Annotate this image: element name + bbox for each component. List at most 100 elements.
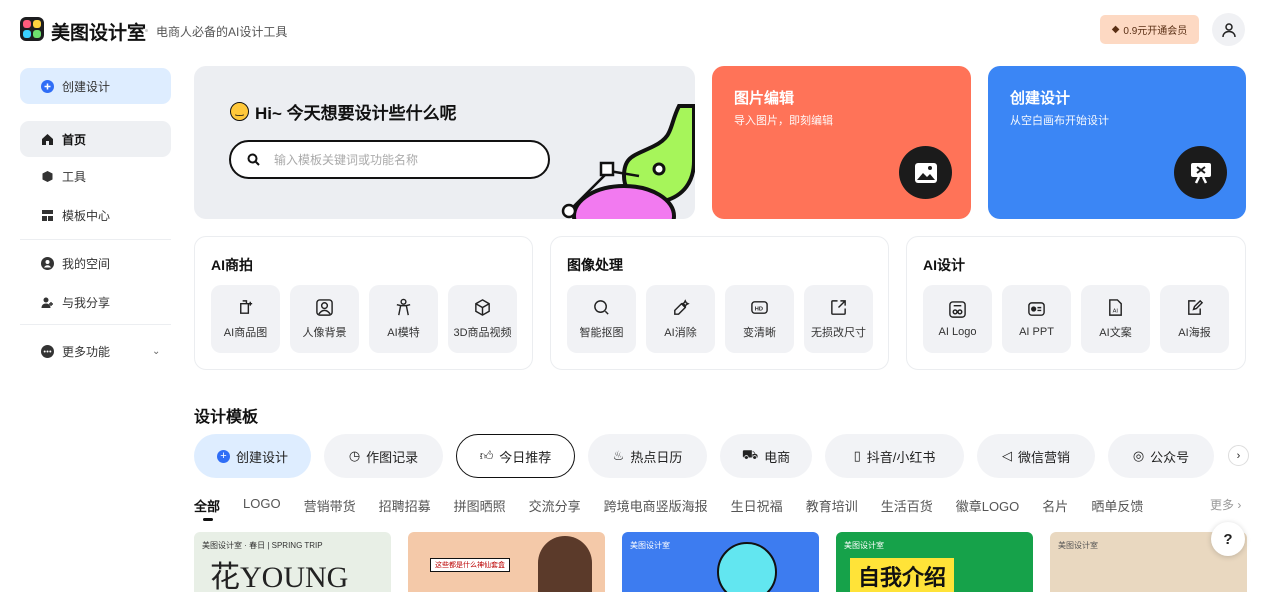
thumb-title: 花YOUNG	[210, 561, 349, 592]
pill-official-account[interactable]: ◎ 公众号	[1108, 434, 1214, 478]
grid-icon	[41, 209, 54, 222]
ppt-icon	[1028, 302, 1045, 316]
sidebar-item-templates[interactable]: 模板中心	[20, 197, 171, 233]
home-icon	[41, 133, 54, 146]
user-icon	[1221, 22, 1236, 37]
sidebar-item-shared[interactable]: 与我分享	[20, 284, 171, 320]
product-icon	[240, 300, 253, 314]
search-placeholder: 输入模板关键词或功能名称	[274, 153, 419, 167]
sidebar-item-label: 工具	[62, 169, 87, 184]
category-tab[interactable]: 交流分享	[529, 496, 581, 515]
category-tab[interactable]: 跨境电商竖版海报	[604, 496, 708, 515]
thumb-title: 自我介绍	[850, 558, 955, 592]
thumb-label: 美图设计室	[1058, 541, 1098, 550]
megaphone-icon: ◁	[1001, 448, 1012, 463]
category-tab[interactable]: 徽章LOGO	[956, 496, 1020, 515]
template-thumb[interactable]: 美图设计室	[622, 532, 819, 592]
tool-label: AI商品图	[223, 327, 268, 339]
hero-decoration	[561, 104, 695, 219]
pill-label: 作图记录	[366, 449, 419, 465]
clock-icon: ◷	[348, 448, 361, 463]
tool-ai-poster[interactable]: AI海报	[1160, 285, 1229, 353]
pill-label: 抖音/小红书	[866, 449, 936, 465]
book-icon: ▯	[853, 448, 861, 463]
vip-button[interactable]: ◆ 0.9元开通会员	[1100, 15, 1199, 44]
ai-photo-group: AI商拍 AI商品图 人像背景 AI模特 3D商品视频	[194, 236, 533, 370]
thumbs-up-icon: 👍︎	[479, 448, 494, 463]
category-tab[interactable]: 教育培训	[806, 496, 858, 515]
sidebar-item-my-space[interactable]: 我的空间	[20, 245, 171, 281]
group-title: AI商拍	[211, 257, 253, 273]
category-tab[interactable]: 营销带货	[304, 496, 356, 515]
hero-banner: ‿ Hi~ 今天想要设计些什么呢 输入模板关键词或功能名称	[194, 66, 695, 219]
help-button[interactable]: ?	[1211, 522, 1245, 556]
category-tab[interactable]: 名片	[1042, 496, 1068, 515]
search-input[interactable]: 输入模板关键词或功能名称	[229, 140, 550, 179]
more-label: 更多	[1210, 498, 1235, 512]
plus-circle-icon	[41, 79, 54, 93]
fire-icon: ♨	[612, 448, 625, 463]
cartoon-image	[717, 542, 777, 592]
slogan: 电商人必备的AI设计工具	[156, 25, 288, 39]
more-link[interactable]: 更多 ›	[1210, 496, 1241, 513]
pill-label: 电商	[764, 449, 791, 465]
tool-lossless-resize[interactable]: 无损改尺寸	[804, 285, 873, 353]
thumb-label: 美图设计室 · 春日 | SPRING TRIP	[202, 541, 323, 550]
sidebar-divider	[20, 324, 171, 325]
hd-icon: HD	[751, 301, 768, 314]
sidebar-item-tools[interactable]: 工具	[20, 158, 171, 194]
category-tab[interactable]: 晒单反馈	[1091, 496, 1143, 515]
user-avatar-button[interactable]	[1212, 13, 1245, 46]
pill-hot-calendar[interactable]: ♨ 热点日历	[588, 434, 707, 478]
tool-smart-cutout[interactable]: 智能抠图	[567, 285, 636, 353]
category-tab[interactable]: 生活百货	[881, 496, 933, 515]
sidebar-item-home[interactable]: 首页	[20, 121, 171, 157]
sidebar-create-design[interactable]: 创建设计	[20, 68, 171, 104]
tool-enhance[interactable]: HD 变清晰	[725, 285, 794, 353]
tool-ai-product-image[interactable]: AI商品图	[211, 285, 280, 353]
pill-douyin-xhs[interactable]: ▯ 抖音/小红书	[825, 434, 964, 478]
greeting-text: Hi~ 今天想要设计些什么呢	[255, 104, 457, 123]
tool-label: 无损改尺寸	[811, 327, 866, 339]
pill-today-recommend[interactable]: 👍︎ 今日推荐	[456, 434, 575, 478]
tool-3d-product-video[interactable]: 3D商品视频	[448, 285, 517, 353]
pill-wechat-marketing[interactable]: ◁ 微信营销	[977, 434, 1095, 478]
app-logo[interactable]	[20, 17, 44, 41]
tool-ai-model[interactable]: AI模特	[369, 285, 438, 353]
thumb-label: 美图设计室	[630, 541, 670, 550]
tool-ai-eraser[interactable]: AI消除	[646, 285, 715, 353]
group-title: 图像处理	[567, 257, 623, 273]
pill-history[interactable]: ◷ 作图记录	[324, 434, 443, 478]
chevron-right-icon[interactable]: ›	[1228, 445, 1249, 466]
pill-ecommerce[interactable]: ⛟ 电商	[720, 434, 812, 478]
document-ai-icon: AI	[1109, 299, 1122, 316]
category-tab[interactable]: LOGO	[243, 496, 281, 515]
smile-emoji-icon: ‿	[230, 102, 249, 121]
category-tab[interactable]: 全部	[194, 496, 220, 521]
tool-ai-ppt[interactable]: AI PPT	[1002, 285, 1071, 353]
image-icon	[899, 146, 952, 199]
template-thumb[interactable]: 这些都是什么神仙套盒	[408, 532, 605, 592]
brand-name[interactable]: 美图设计室	[51, 18, 146, 45]
create-design-card[interactable]: 创建设计 从空白画布开始设计	[988, 66, 1246, 219]
tool-portrait-background[interactable]: 人像背景	[290, 285, 359, 353]
category-tab[interactable]: 拼图晒照	[454, 496, 506, 515]
tool-label: 人像背景	[302, 327, 347, 339]
sidebar-item-more[interactable]: 更多功能 ⌄	[20, 333, 171, 369]
template-thumb[interactable]: 美图设计室 自我介绍	[836, 532, 1033, 592]
diamond-icon: ◆	[1111, 24, 1120, 35]
cart-icon: ⛟	[741, 447, 759, 462]
plus-circle-icon: +	[216, 449, 230, 463]
template-thumb[interactable]: 美图设计室 · 春日 | SPRING TRIP 花YOUNG	[194, 532, 391, 592]
category-tab[interactable]: 招聘招募	[379, 496, 431, 515]
category-tab[interactable]: 生日祝福	[731, 496, 783, 515]
model-icon	[396, 298, 411, 316]
tool-label: 3D商品视频	[453, 327, 512, 339]
tool-label: AI海报	[1178, 327, 1211, 339]
image-edit-card[interactable]: 图片编辑 导入图片，即刻编辑	[712, 66, 971, 219]
sidebar-item-label: 我的空间	[62, 256, 111, 271]
pill-create-design[interactable]: + 创建设计	[194, 434, 311, 478]
category-tabs: 全部 LOGO 营销带货 招聘招募 拼图晒照 交流分享 跨境电商竖版海报 生日祝…	[194, 496, 1166, 521]
tool-ai-copywriting[interactable]: AI AI文案	[1081, 285, 1150, 353]
tool-ai-logo[interactable]: AI Logo	[923, 285, 992, 353]
